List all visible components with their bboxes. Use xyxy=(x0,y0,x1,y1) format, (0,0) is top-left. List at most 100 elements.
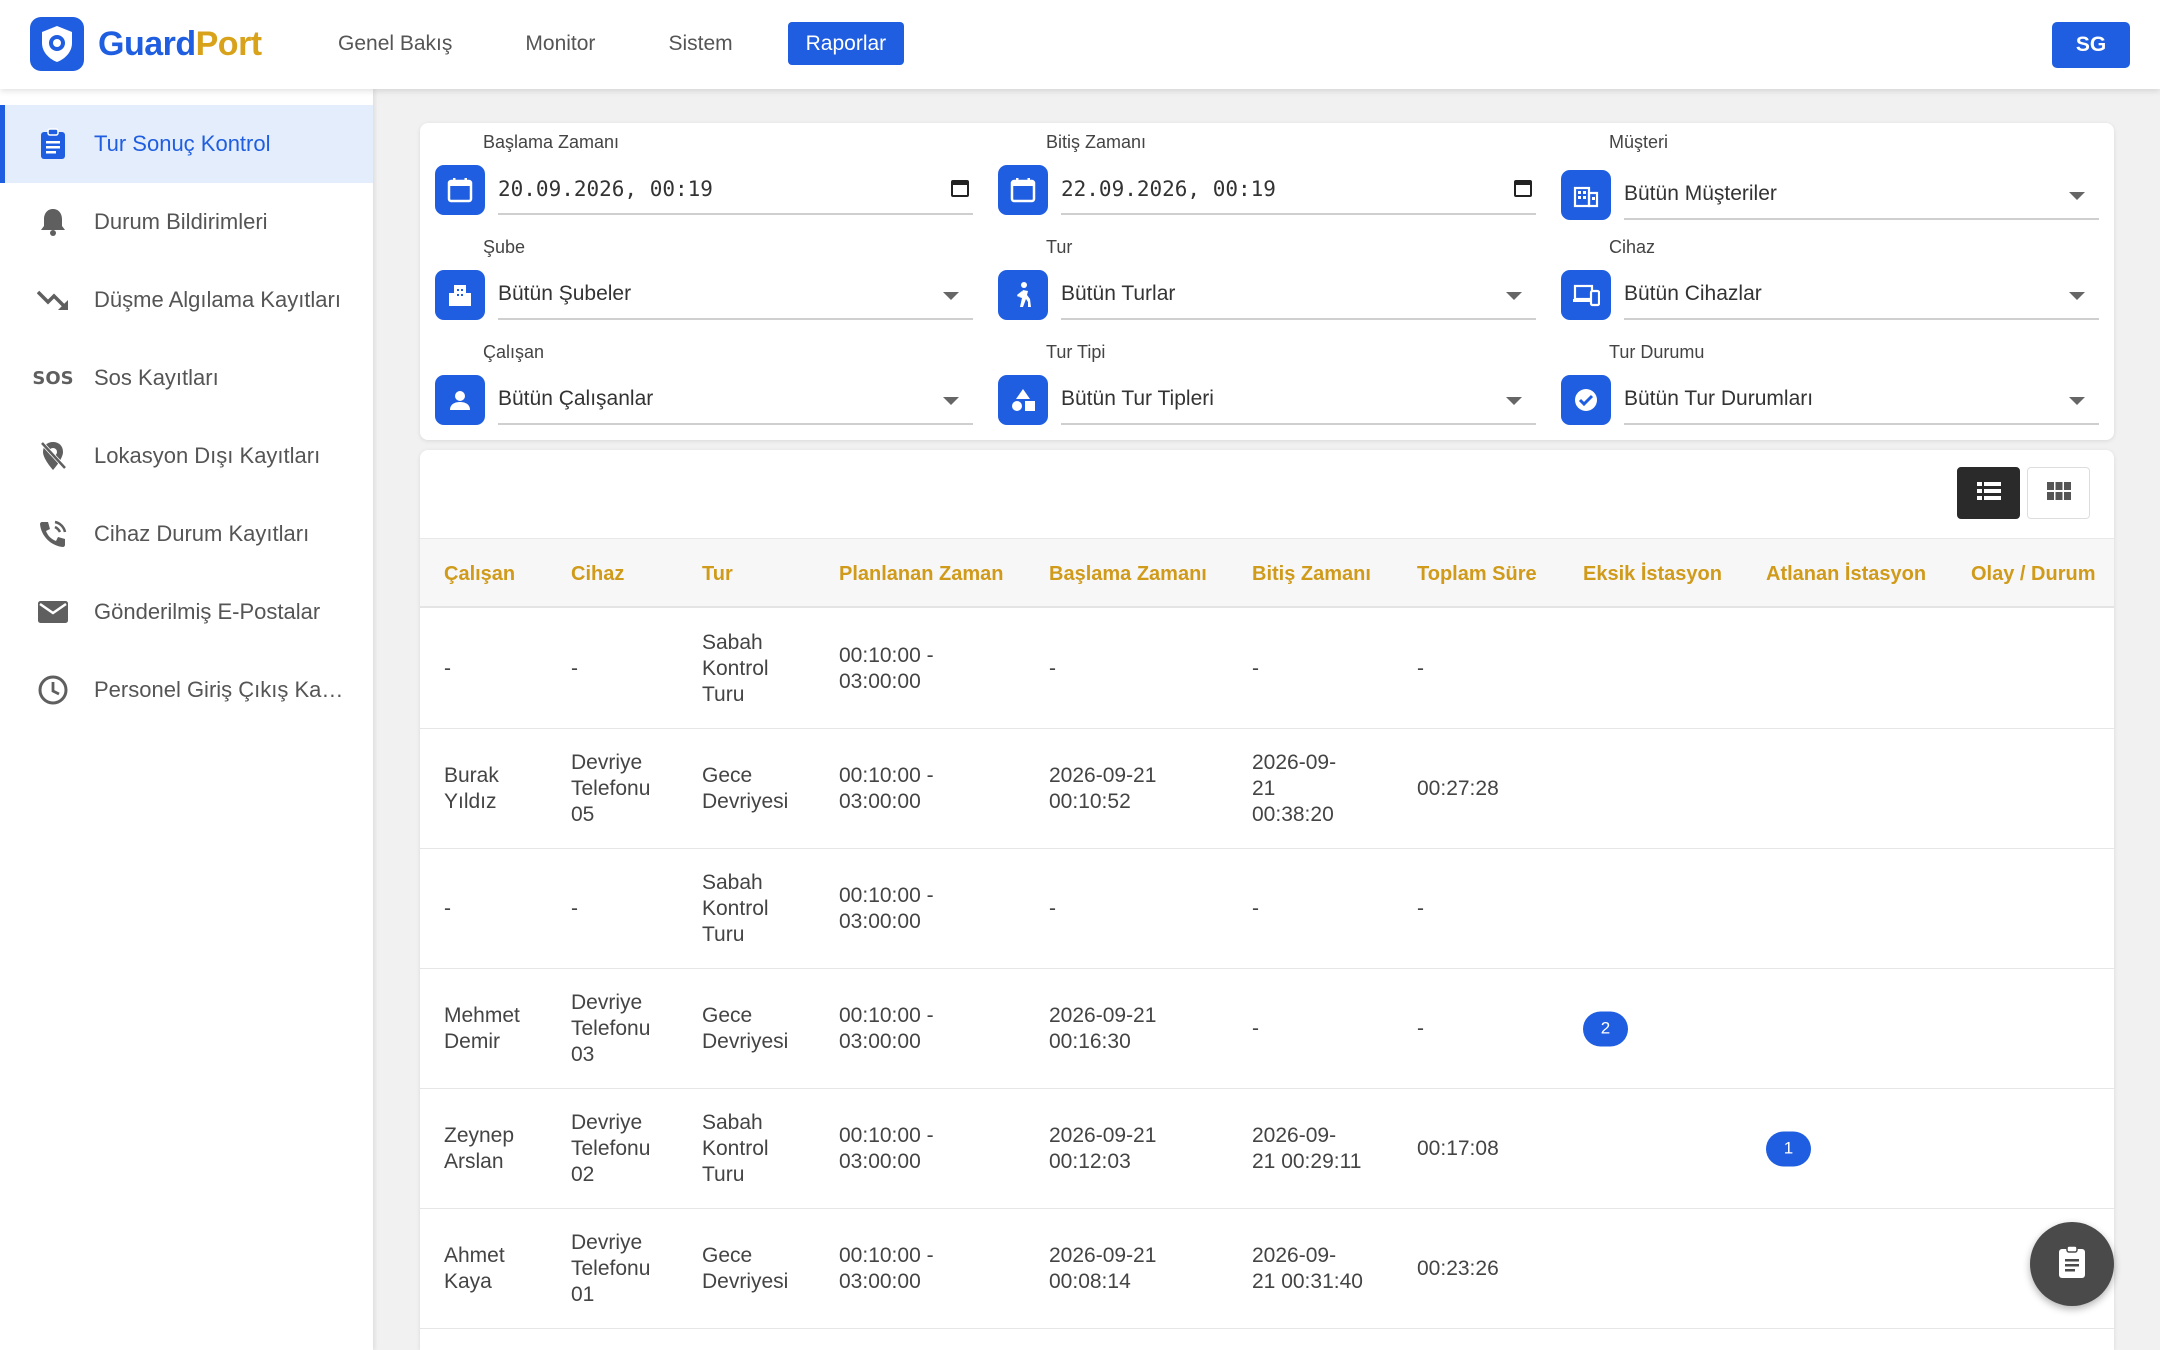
device-filter: Cihaz Bütün Cihazlar xyxy=(1546,228,2099,320)
date-picker-icon[interactable] xyxy=(951,178,969,202)
cell-toplam-sure: - xyxy=(1417,1016,1424,1040)
column-header-calisan[interactable]: Çalışan xyxy=(444,563,515,586)
grid-icon xyxy=(2046,481,2071,505)
column-header-eksik-istasyon[interactable]: Eksik İstasyon xyxy=(1583,563,1722,586)
brand-part-1: Guard xyxy=(98,24,196,63)
cell-line: Gece xyxy=(702,1243,753,1267)
nav-raporlar[interactable]: Raporlar xyxy=(787,22,905,65)
sidebar-item-sos-kayitlari[interactable]: SOS Sos Kayıtları xyxy=(0,339,373,417)
end-time-label: Bitiş Zamanı xyxy=(1046,132,1147,152)
shield-logo-icon xyxy=(30,17,84,71)
results-table-card: Çalışan Cihaz Tur Planlanan Zaman Başlam… xyxy=(420,450,2114,1350)
cell-baslama-zamani: - xyxy=(1049,896,1056,922)
cell-line: 2026-09- xyxy=(1252,1243,1337,1267)
table-row[interactable]: Zeynep Arslan Devriye Telefonu 02 Sabah Kontro… xyxy=(420,1089,2114,1209)
tour-select[interactable]: Bütün Turlar xyxy=(1061,270,1536,320)
cell-line: 21 xyxy=(1252,776,1276,800)
calendar-icon xyxy=(435,165,485,215)
cell-line: Telefonu xyxy=(571,1256,651,1280)
cell-line: 00:10:00 - xyxy=(839,883,934,907)
date-picker-icon[interactable] xyxy=(1514,178,1532,202)
cell-calisan: - xyxy=(444,656,451,682)
chevron-down-icon xyxy=(1506,292,1522,300)
branch-select[interactable]: Bütün Şubeler xyxy=(498,270,973,320)
end-time-input[interactable]: 22.09.2026, 00:19 xyxy=(1061,165,1536,215)
cell-line: - xyxy=(1252,1016,1259,1040)
column-header-bitis-zamani[interactable]: Bitiş Zamanı xyxy=(1252,563,1371,586)
tour-status-select[interactable]: Bütün Tur Durumları xyxy=(1624,375,2099,425)
table-row[interactable]: Mehmet Demir Devriye Telefonu 03 Gece Devriyes… xyxy=(420,969,2114,1089)
employee-filter: Çalışan Bütün Çalışanlar xyxy=(420,333,973,425)
column-header-planlanan-zaman[interactable]: Planlanan Zaman xyxy=(839,563,1004,586)
employee-label: Çalışan xyxy=(483,342,545,362)
top-bar: GuardPort Genel Bakış Monitor Sistem Rap… xyxy=(0,0,2160,89)
column-header-olay-durum[interactable]: Olay / Durum xyxy=(1971,563,2095,586)
cell-toplam-sure: 00:27:28 xyxy=(1417,776,1499,800)
cell-line: Turu xyxy=(702,682,745,706)
table-row[interactable]: Ahmet Kaya Devriye Telefonu 01 Gece Devriyesi 0… xyxy=(420,1209,2114,1329)
view-toggle xyxy=(1950,467,2090,519)
cell-cihaz: Devriye Telefonu 03 xyxy=(571,990,650,1068)
device-select[interactable]: Bütün Cihazlar xyxy=(1624,270,2099,320)
chevron-down-icon xyxy=(1506,397,1522,405)
city-icon xyxy=(435,270,485,320)
cell-line: - xyxy=(444,656,451,680)
column-header-toplam-sure[interactable]: Toplam Süre xyxy=(1417,563,1537,586)
missing-station-badge[interactable]: 2 xyxy=(1583,1011,1628,1046)
skipped-station-badge[interactable]: 1 xyxy=(1766,1131,1811,1166)
cell-line: 00:10:00 - xyxy=(839,1123,934,1147)
cell-cihaz: Devriye Telefonu 01 xyxy=(571,1230,650,1308)
column-header-tur[interactable]: Tur xyxy=(702,563,733,586)
cell-bitis-zamani: - xyxy=(1252,656,1259,682)
app-logo[interactable]: GuardPort xyxy=(30,17,262,71)
device-value: Bütün Cihazlar xyxy=(1624,282,1762,305)
start-time-input[interactable]: 20.09.2026, 00:19 xyxy=(498,165,973,215)
cell-line: - xyxy=(1252,896,1259,920)
list-icon xyxy=(1976,481,2001,506)
end-time-value: 22.09.2026, 00:19 xyxy=(1061,177,1276,201)
sidebar-item-gonderilmis-epostalar[interactable]: Gönderilmiş E-Postalar xyxy=(0,573,373,651)
cell-tur: Sabah Kontrol Turu xyxy=(702,1110,769,1188)
cell-calisan: - xyxy=(444,896,451,922)
cell-line: 03 xyxy=(571,1042,595,1066)
grid-view-button[interactable] xyxy=(2027,467,2090,519)
nav-monitor[interactable]: Monitor xyxy=(507,22,613,65)
sidebar-item-lokasyon-disi[interactable]: Lokasyon Dışı Kayıtları xyxy=(0,417,373,495)
table-row[interactable]: - - Sabah Kontrol Turu 00:10:00 -03:00:00 - - - xyxy=(420,609,2114,729)
cell-line: Zeynep xyxy=(444,1123,515,1147)
cell-line: - xyxy=(1049,896,1056,920)
branch-filter: Şube Bütün Şubeler xyxy=(420,228,973,320)
cell-line: 2026-09-21 xyxy=(1049,1243,1157,1267)
customer-select[interactable]: Bütün Müşteriler xyxy=(1624,170,2099,220)
main-nav: Genel Bakış Monitor Sistem Raporlar xyxy=(320,22,941,65)
cell-line: 21 00:31:40 xyxy=(1252,1269,1363,1293)
nav-genel-bakis[interactable]: Genel Bakış xyxy=(320,22,470,65)
tour-type-select[interactable]: Bütün Tur Tipleri xyxy=(1061,375,1536,425)
cell-baslama-zamani: 2026-09-21 00:08:14 xyxy=(1049,1243,1156,1295)
start-time-filter: Başlama Zamanı 20.09.2026, 00:19 xyxy=(420,123,973,215)
employee-select[interactable]: Bütün Çalışanlar xyxy=(498,375,973,425)
column-header-cihaz[interactable]: Cihaz xyxy=(571,563,624,586)
sidebar-item-label: Gönderilmiş E-Postalar xyxy=(94,599,321,624)
cell-planlanan-zaman: 00:10:00 -03:00:00 xyxy=(839,1243,934,1295)
sidebar-item-tur-sonuc-kontrol[interactable]: Tur Sonuç Kontrol xyxy=(0,105,373,183)
cell-line: Sabah xyxy=(702,630,763,654)
sidebar-item-label: Lokasyon Dışı Kayıtları xyxy=(94,443,321,468)
report-fab-button[interactable] xyxy=(2030,1222,2114,1306)
cell-line: 03:00:00 xyxy=(839,909,921,933)
table-row[interactable]: - - Sabah Kontrol Turu 00:10:00 -03:00:00 - - - xyxy=(420,849,2114,969)
sidebar-item-personel-giris-cikis[interactable]: Personel Giriş Çıkış Kayıtları xyxy=(0,651,373,729)
cell-line: 00:16:30 xyxy=(1049,1029,1131,1053)
column-header-atlanan-istasyon[interactable]: Atlanan İstasyon xyxy=(1766,563,1926,586)
column-header-baslama-zamani[interactable]: Başlama Zamanı xyxy=(1049,563,1207,586)
user-menu-button[interactable]: SG xyxy=(2052,22,2130,68)
sidebar-item-cihaz-durum[interactable]: Cihaz Durum Kayıtları xyxy=(0,495,373,573)
table-row[interactable]: Burak Yıldız Devriye Telefonu 05 Gece Devriyes… xyxy=(420,729,2114,849)
nav-sistem[interactable]: Sistem xyxy=(650,22,750,65)
list-view-button[interactable] xyxy=(1957,467,2020,519)
sidebar-item-dusme-algilama[interactable]: Düşme Algılama Kayıtları xyxy=(0,261,373,339)
cell-line: Telefonu xyxy=(571,1136,651,1160)
cell-line: 03:00:00 xyxy=(839,1269,921,1293)
tour-filter: Tur Bütün Turlar xyxy=(983,228,1536,320)
sidebar-item-durum-bildirimleri[interactable]: Durum Bildirimleri xyxy=(0,183,373,261)
